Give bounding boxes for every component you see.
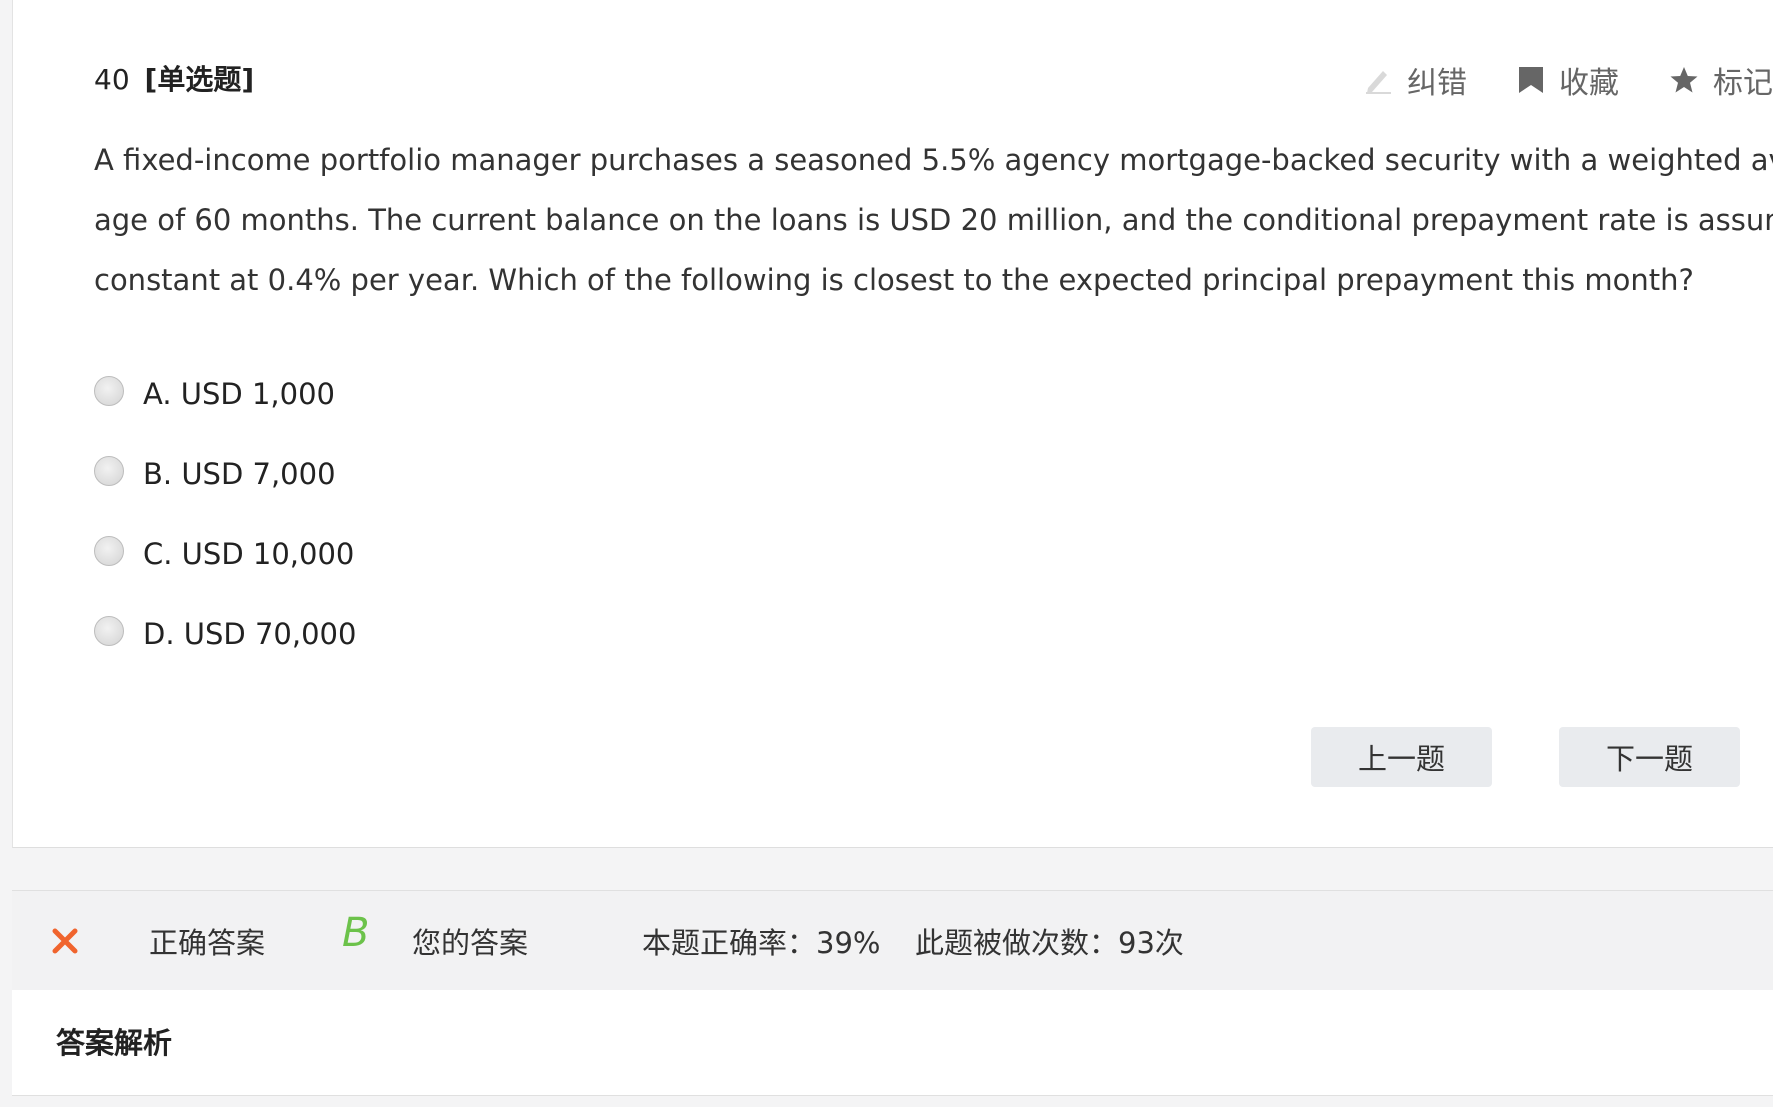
attempt-count: 此题被做次数：93次 bbox=[915, 926, 1184, 960]
option-d[interactable]: D. USD 70,000 bbox=[94, 612, 356, 692]
result-bar: 正确答案 B 您的答案 本题正确率：39% 此题被做次数：93次 bbox=[12, 890, 1773, 991]
question-text-line: age of 60 months. The current balance on… bbox=[94, 203, 1773, 237]
option-label: A. USD 1,000 bbox=[143, 377, 335, 411]
correct-answer-value: B bbox=[342, 910, 370, 956]
bookmark-icon bbox=[1517, 65, 1545, 95]
radio-button[interactable] bbox=[94, 536, 124, 566]
option-label: C. USD 10,000 bbox=[143, 537, 355, 571]
answer-options: A. USD 1,000 B. USD 7,000 C. USD 10,000 … bbox=[94, 372, 356, 692]
question-text-line: constant at 0.4% per year. Which of the … bbox=[94, 263, 1694, 297]
question-text-line: A fixed-income portfolio manager purchas… bbox=[94, 143, 1773, 177]
report-error-label: 纠错 bbox=[1407, 66, 1467, 101]
question-type: [单选题] bbox=[144, 63, 255, 96]
favorite-label: 收藏 bbox=[1559, 66, 1619, 101]
prev-question-button[interactable]: 上一题 bbox=[1311, 727, 1492, 787]
page: 40 [单选题] 纠错 收藏 标记 A fixed-income portfol… bbox=[0, 0, 1773, 1107]
option-c[interactable]: C. USD 10,000 bbox=[94, 532, 356, 612]
question-text: A fixed-income portfolio manager purchas… bbox=[94, 130, 1773, 310]
question-card: 40 [单选题] 纠错 收藏 标记 A fixed-income portfol… bbox=[12, 0, 1773, 848]
question-actions: 纠错 收藏 标记 bbox=[1363, 58, 1773, 102]
option-label: D. USD 70,000 bbox=[143, 617, 357, 651]
option-a[interactable]: A. USD 1,000 bbox=[94, 372, 356, 452]
analysis-section: 答案解析 bbox=[12, 990, 1773, 1096]
mark-label: 标记 bbox=[1713, 66, 1773, 101]
star-icon bbox=[1669, 65, 1699, 95]
favorite-button[interactable]: 收藏 bbox=[1517, 58, 1619, 102]
question-number: 40 bbox=[94, 63, 130, 96]
option-label: B. USD 7,000 bbox=[143, 457, 336, 491]
accuracy-rate: 本题正确率：39% bbox=[642, 926, 881, 960]
radio-button[interactable] bbox=[94, 456, 124, 486]
question-header: 40 [单选题] bbox=[94, 58, 254, 98]
option-b[interactable]: B. USD 7,000 bbox=[94, 452, 356, 532]
correct-answer-label: 正确答案 bbox=[149, 926, 266, 960]
pencil-icon bbox=[1363, 65, 1393, 95]
your-answer-label: 您的答案 bbox=[412, 926, 529, 960]
mark-button[interactable]: 标记 bbox=[1669, 58, 1773, 102]
report-error-button[interactable]: 纠错 bbox=[1363, 58, 1467, 102]
wrong-x-icon bbox=[50, 891, 80, 991]
next-question-button[interactable]: 下一题 bbox=[1559, 727, 1740, 787]
radio-button[interactable] bbox=[94, 376, 124, 406]
analysis-title: 答案解析 bbox=[56, 1026, 173, 1060]
radio-button[interactable] bbox=[94, 616, 124, 646]
